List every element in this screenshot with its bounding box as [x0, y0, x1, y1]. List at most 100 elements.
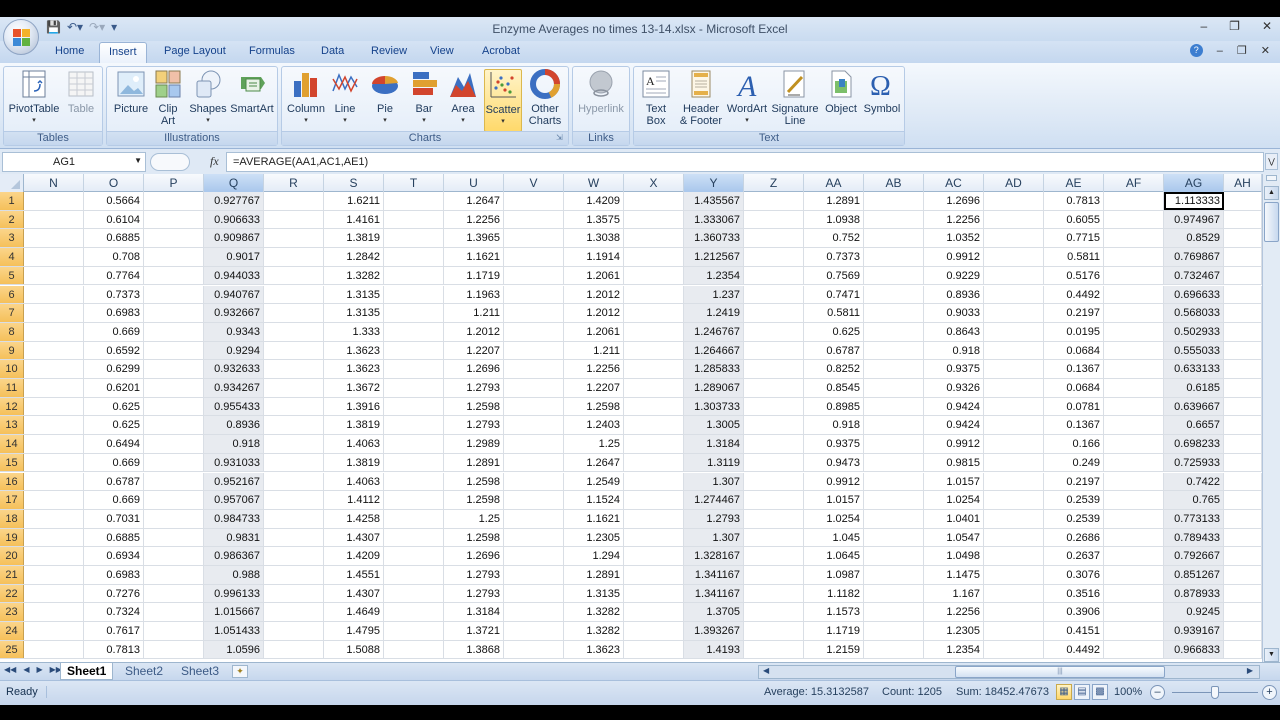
cell-t3[interactable]	[384, 229, 444, 248]
cell-z16[interactable]	[744, 472, 804, 491]
cell-o20[interactable]: 0.6934	[84, 547, 144, 565]
cell-o16[interactable]: 0.6787	[84, 472, 144, 491]
cell-u13[interactable]: 1.2793	[444, 416, 504, 435]
column-header-r[interactable]: R	[264, 174, 324, 192]
area-chart-button[interactable]: Area ▾	[445, 69, 481, 127]
row-header[interactable]: 3	[0, 229, 24, 248]
vertical-scrollbar[interactable]: ▲ ▼	[1262, 174, 1280, 662]
cell-ab17[interactable]	[864, 491, 924, 509]
cell-z1[interactable]	[744, 192, 804, 210]
cell-x18[interactable]	[624, 509, 684, 528]
cell-s11[interactable]: 1.3672	[324, 379, 384, 397]
cell-w12[interactable]: 1.2598	[564, 397, 624, 416]
cell-n24[interactable]	[24, 622, 84, 640]
cell-ab20[interactable]	[864, 547, 924, 565]
cell-af13[interactable]	[1104, 416, 1164, 435]
cell-r14[interactable]	[264, 435, 324, 453]
cell-y12[interactable]: 1.303733	[684, 397, 744, 416]
sheet-tab-sheet3[interactable]: Sheet3	[175, 663, 225, 680]
pivottable-button[interactable]: PivotTable ▾	[8, 69, 60, 127]
cell-u15[interactable]: 1.2891	[444, 453, 504, 472]
cell-af23[interactable]	[1104, 603, 1164, 622]
row-header[interactable]: 20	[0, 547, 24, 565]
cell-x24[interactable]	[624, 622, 684, 640]
cell-ac21[interactable]: 1.1475	[924, 566, 984, 584]
cell-s3[interactable]: 1.3819	[324, 229, 384, 248]
cell-aa22[interactable]: 1.1182	[804, 584, 864, 603]
cell-z21[interactable]	[744, 566, 804, 584]
cell-y23[interactable]: 1.3705	[684, 603, 744, 622]
cell-y8[interactable]: 1.246767	[684, 322, 744, 341]
cell-v17[interactable]	[504, 491, 564, 509]
row-header[interactable]: 12	[0, 397, 24, 416]
row-header[interactable]: 6	[0, 285, 24, 304]
row-header[interactable]: 21	[0, 566, 24, 584]
cell-y9[interactable]: 1.264667	[684, 341, 744, 360]
cell-z2[interactable]	[744, 210, 804, 229]
cell-u24[interactable]: 1.3721	[444, 622, 504, 640]
cell-ab13[interactable]	[864, 416, 924, 435]
cell-s17[interactable]: 1.4112	[324, 491, 384, 509]
cell-n3[interactable]	[24, 229, 84, 248]
cell-v23[interactable]	[504, 603, 564, 622]
cell-ag12[interactable]: 0.639667	[1164, 397, 1224, 416]
cell-t8[interactable]	[384, 322, 444, 341]
cell-ag5[interactable]: 0.732467	[1164, 266, 1224, 285]
cell-af4[interactable]	[1104, 248, 1164, 266]
cell-r23[interactable]	[264, 603, 324, 622]
cell-ac23[interactable]: 1.2256	[924, 603, 984, 622]
row-header[interactable]: 11	[0, 379, 24, 397]
cell-ac19[interactable]: 1.0547	[924, 528, 984, 547]
cell-r18[interactable]	[264, 509, 324, 528]
row-header[interactable]: 2	[0, 210, 24, 229]
cell-s15[interactable]: 1.3819	[324, 453, 384, 472]
cell-n4[interactable]	[24, 248, 84, 266]
cell-ab24[interactable]	[864, 622, 924, 640]
cell-aa18[interactable]: 1.0254	[804, 509, 864, 528]
cell-ab21[interactable]	[864, 566, 924, 584]
cell-ab12[interactable]	[864, 397, 924, 416]
cell-n8[interactable]	[24, 322, 84, 341]
cell-p9[interactable]	[144, 341, 204, 360]
cell-y3[interactable]: 1.360733	[684, 229, 744, 248]
cell-u20[interactable]: 1.2696	[444, 547, 504, 565]
cell-p25[interactable]	[144, 640, 204, 659]
cell-t2[interactable]	[384, 210, 444, 229]
cell-ae19[interactable]: 0.2686	[1044, 528, 1104, 547]
cell-u6[interactable]: 1.1963	[444, 285, 504, 304]
cell-y10[interactable]: 1.285833	[684, 360, 744, 378]
cell-x25[interactable]	[624, 640, 684, 659]
cell-q23[interactable]: 1.015667	[204, 603, 264, 622]
row-header[interactable]: 19	[0, 528, 24, 547]
cell-x16[interactable]	[624, 472, 684, 491]
cell-w20[interactable]: 1.294	[564, 547, 624, 565]
cell-ae11[interactable]: 0.0684	[1044, 379, 1104, 397]
page-break-preview-icon[interactable]: ▩	[1092, 684, 1108, 700]
cell-ae21[interactable]: 0.3076	[1044, 566, 1104, 584]
cell-z6[interactable]	[744, 285, 804, 304]
cell-y5[interactable]: 1.2354	[684, 266, 744, 285]
cell-o4[interactable]: 0.708	[84, 248, 144, 266]
cell-ab23[interactable]	[864, 603, 924, 622]
cell-ag2[interactable]: 0.974967	[1164, 210, 1224, 229]
cell-q1[interactable]: 0.927767	[204, 192, 264, 210]
cell-o25[interactable]: 0.7813	[84, 640, 144, 659]
cell-y11[interactable]: 1.289067	[684, 379, 744, 397]
cell-s18[interactable]: 1.4258	[324, 509, 384, 528]
cell-u10[interactable]: 1.2696	[444, 360, 504, 378]
cell-ah11[interactable]	[1224, 379, 1262, 397]
cell-ae23[interactable]: 0.3906	[1044, 603, 1104, 622]
cell-p22[interactable]	[144, 584, 204, 603]
tab-page-layout[interactable]: Page Layout	[164, 45, 226, 57]
cell-v21[interactable]	[504, 566, 564, 584]
cell-ad20[interactable]	[984, 547, 1044, 565]
cell-t11[interactable]	[384, 379, 444, 397]
cell-w13[interactable]: 1.2403	[564, 416, 624, 435]
cell-ac4[interactable]: 0.9912	[924, 248, 984, 266]
cell-ae12[interactable]: 0.0781	[1044, 397, 1104, 416]
cell-ah3[interactable]	[1224, 229, 1262, 248]
cell-x19[interactable]	[624, 528, 684, 547]
cell-aa17[interactable]: 1.0157	[804, 491, 864, 509]
zoom-out-icon[interactable]: –	[1150, 685, 1165, 700]
cell-q25[interactable]: 1.0596	[204, 640, 264, 659]
